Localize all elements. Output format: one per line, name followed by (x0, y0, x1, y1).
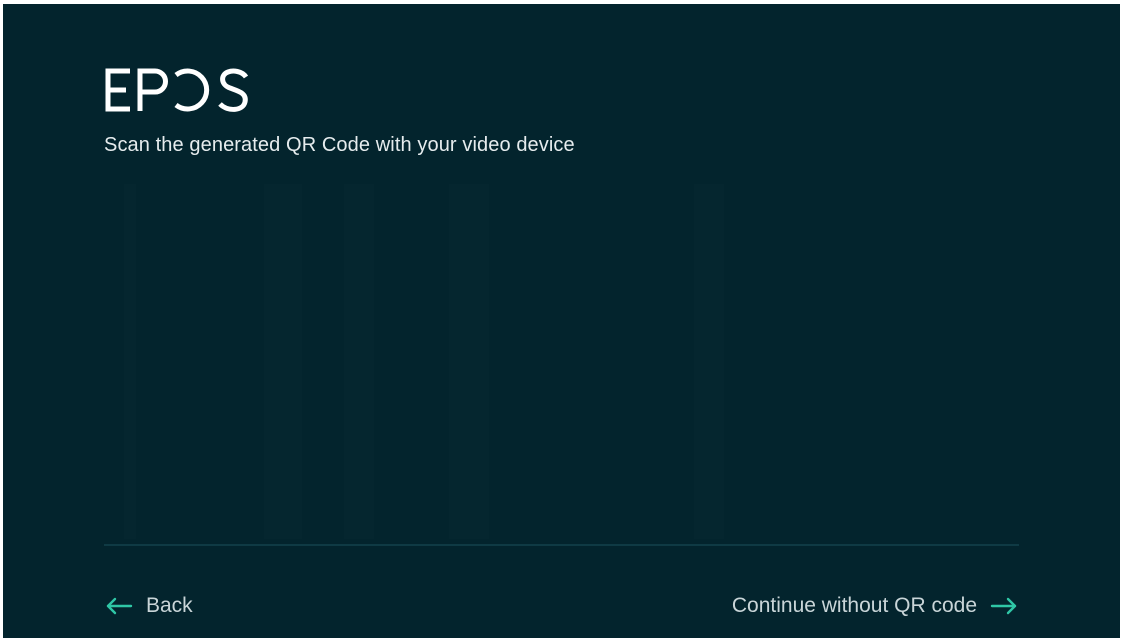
page-subtitle: Scan the generated QR Code with your vid… (104, 134, 575, 156)
footer-divider (104, 544, 1019, 546)
continue-without-qr-button[interactable]: Continue without QR code (732, 594, 1019, 618)
arrow-right-icon (990, 597, 1017, 615)
back-label: Back (146, 594, 193, 617)
qr-code-area (104, 184, 1019, 539)
continue-label: Continue without QR code (731, 594, 977, 617)
epos-logo (105, 68, 249, 112)
qr-setup-screen: Scan the generated QR Code with your vid… (3, 4, 1120, 638)
back-button[interactable]: Back (104, 594, 193, 618)
arrow-left-icon (106, 597, 133, 615)
